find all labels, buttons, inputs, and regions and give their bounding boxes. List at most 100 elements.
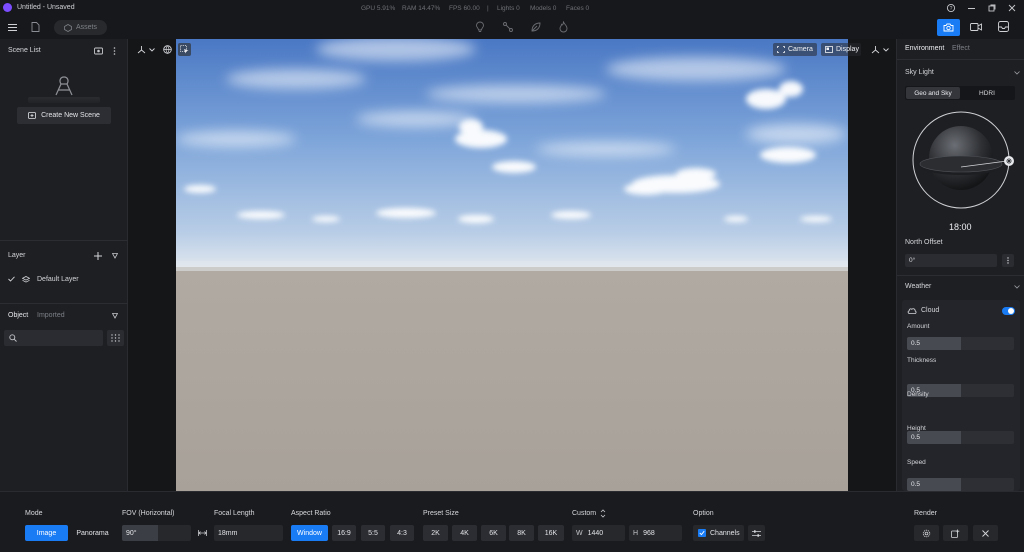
display-menu-button[interactable]: Display [821, 43, 861, 56]
assets-icon [64, 23, 72, 32]
cursor-box-icon [180, 45, 189, 54]
select-tool-button[interactable] [178, 43, 191, 56]
app-logo-icon [3, 3, 12, 12]
fov-input[interactable]: 90° [122, 525, 191, 541]
channels-option[interactable]: Channels [693, 525, 744, 541]
inbox-mode-button[interactable] [998, 21, 1009, 32]
render-settings-bar: Mode Image Panorama FOV (Horizontal) 90°… [0, 491, 1024, 552]
sky-mode-hdri-label: HDRI [979, 89, 995, 97]
preset-4k-button[interactable]: 4K [452, 525, 477, 541]
restore-icon[interactable] [988, 4, 996, 12]
plant-tool-icon[interactable] [530, 21, 542, 33]
preset-8k-button[interactable]: 8K [509, 525, 534, 541]
object-search-input[interactable] [4, 330, 103, 346]
camera-frame-icon [777, 46, 785, 53]
preset-16k-button[interactable]: 16K [538, 525, 564, 541]
cloud-amount-slider[interactable]: 0.5 [907, 337, 1014, 350]
custom-height-input[interactable]: H 968 [629, 525, 682, 541]
create-new-scene-button[interactable]: Create New Scene [17, 107, 111, 124]
tab-object[interactable]: Object [8, 312, 28, 319]
north-offset-label: North Offset [905, 239, 943, 246]
swap-dimensions-icon[interactable] [600, 509, 606, 518]
sun-handle-icon[interactable] [1004, 156, 1014, 166]
chevron-down-icon[interactable] [1014, 71, 1020, 75]
aspect-16-9-button[interactable]: 16:9 [332, 525, 356, 541]
help-icon[interactable]: ? [946, 3, 956, 13]
assets-label: Assets [75, 24, 97, 31]
image-mode-button[interactable] [937, 19, 960, 36]
layer-item-default[interactable]: Default Layer [8, 274, 79, 284]
filter-icon[interactable] [112, 253, 118, 259]
sky-mode-geo-and-sky[interactable]: Geo and Sky [906, 87, 960, 99]
aspect-4-3-button[interactable]: 4:3 [390, 525, 414, 541]
create-new-scene-label: Create New Scene [41, 112, 100, 119]
aspect-5-5-button[interactable]: 5:5 [361, 525, 385, 541]
divider [897, 59, 1024, 60]
add-scene-icon [28, 112, 37, 119]
minimize-icon[interactable] [968, 8, 975, 9]
window-title: Untitled - Unsaved [17, 4, 75, 11]
fire-tool-icon[interactable] [558, 21, 569, 33]
menu-icon[interactable] [8, 24, 17, 31]
custom-width-input[interactable]: W 1440 [572, 525, 625, 541]
preset-4k-label: 4K [460, 529, 469, 537]
camera-icon [943, 23, 954, 32]
scene-render[interactable] [176, 39, 848, 491]
cloud-density-slider[interactable]: 0.5 [907, 431, 1014, 444]
filter-icon[interactable] [112, 313, 118, 319]
north-offset-input[interactable]: 0° [905, 254, 997, 267]
focal-length-input[interactable]: 18mm [214, 525, 283, 541]
right-panel: Environment Effect Sky Light Geo and Sky… [896, 39, 1024, 538]
grid-view-button[interactable] [107, 330, 124, 346]
transform-gizmo-dropdown[interactable] [137, 45, 155, 54]
option-label: Option [693, 510, 714, 517]
weather-title: Weather [905, 283, 932, 290]
camera-menu-button[interactable]: Camera [773, 43, 817, 56]
assets-button[interactable]: Assets [54, 20, 107, 35]
globe-icon[interactable] [163, 45, 172, 54]
mode-panorama-label: Panorama [76, 529, 109, 537]
cloud-toggle[interactable] [1002, 307, 1015, 315]
render-settings-button[interactable] [914, 525, 939, 541]
close-window-icon[interactable] [1008, 4, 1016, 12]
preset-2k-button[interactable]: 2K [423, 525, 448, 541]
mode-image-button[interactable]: Image [25, 525, 68, 541]
light-tool-icon[interactable] [475, 21, 485, 33]
more-options-icon[interactable] [113, 47, 116, 55]
divider [0, 240, 128, 241]
mode-panorama-button[interactable]: Panorama [72, 525, 113, 541]
channels-checkbox[interactable] [698, 529, 706, 537]
preset-6k-button[interactable]: 6K [481, 525, 506, 541]
close-render-button[interactable] [973, 525, 998, 541]
chevron-down-icon[interactable] [1014, 285, 1020, 289]
screenshot-icon[interactable] [94, 47, 103, 55]
tab-imported[interactable]: Imported [37, 312, 65, 319]
north-offset-more-button[interactable] [1002, 254, 1014, 267]
gpu-stat: GPU 5.91% [361, 5, 396, 12]
fov-width-icon[interactable] [198, 530, 207, 536]
channel-settings-button[interactable] [748, 525, 765, 541]
view-gizmo-dropdown[interactable] [871, 45, 889, 54]
check-icon [699, 530, 705, 536]
aspect-4-3-label: 4:3 [397, 529, 407, 537]
chevron-down-icon [883, 47, 889, 52]
add-layer-icon[interactable] [94, 252, 102, 260]
tab-effect[interactable]: Effect [952, 45, 970, 52]
top-toolbar: Assets [0, 16, 1024, 39]
cloud-icon [907, 308, 917, 314]
render-queue-button[interactable] [943, 525, 968, 541]
scene-placeholder-base [28, 97, 100, 103]
cloud-label: Cloud [921, 307, 940, 314]
tab-environment[interactable]: Environment [905, 45, 944, 52]
video-mode-button[interactable] [970, 22, 982, 32]
cloud-height-slider[interactable]: 0.5 [907, 478, 1014, 491]
slider-value: 0.5 [911, 481, 921, 488]
path-tool-icon[interactable] [502, 21, 514, 33]
left-panel: Scene List Create New Scene Layer Defaul… [0, 39, 128, 491]
layer-title: Layer [8, 252, 26, 259]
aspect-5-5-label: 5:5 [368, 529, 378, 537]
aspect-window-button[interactable]: Window [291, 525, 328, 541]
sky-mode-hdri[interactable]: HDRI [960, 87, 1014, 99]
file-icon[interactable] [31, 22, 40, 32]
sun-position-dial[interactable] [911, 110, 1011, 210]
